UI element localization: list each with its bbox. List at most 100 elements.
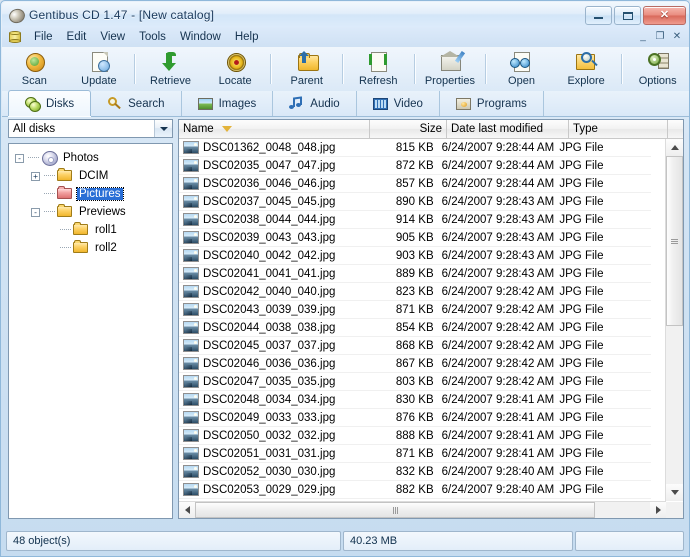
jpg-file-icon [183, 213, 199, 226]
table-row[interactable]: DSC02053_0029_029.jpg 882 KB 6/24/2007 9:2… [179, 481, 651, 499]
toolbar-button-retrieve[interactable]: Retrieve [138, 48, 203, 90]
vertical-scrollbar-thumb[interactable] [666, 156, 683, 326]
table-row[interactable]: DSC02049_0033_033.jpg 876 KB 6/24/2007 9:2… [179, 409, 651, 427]
cell-type: JPG File [559, 411, 604, 424]
table-row[interactable]: DSC02048_0034_034.jpg 830 KB 6/24/2007 9:2… [179, 391, 651, 409]
vertical-scrollbar[interactable] [665, 139, 683, 501]
menu-item-file[interactable]: File [27, 29, 60, 45]
cell-date: 6/24/2007 9:28:44 AM [441, 141, 555, 154]
jpg-file-icon [183, 339, 199, 352]
cell-name: DSC02036_0046_046.jpg [179, 177, 363, 190]
file-name: DSC02053_0029_029.jpg [203, 483, 336, 496]
table-row[interactable]: DSC02051_0031_031.jpg 871 KB 6/24/2007 9:2… [179, 445, 651, 463]
cell-size: 903 KB [395, 249, 434, 262]
minimize-icon [594, 17, 603, 19]
toolbar-button-refresh[interactable]: Refresh [346, 48, 411, 90]
cd-disc-icon [7, 6, 27, 25]
toolbar-button-explore[interactable]: Explore [554, 48, 619, 90]
cell-type: JPG File [559, 393, 604, 406]
tab-disks[interactable]: Disks [8, 90, 92, 116]
tab-images[interactable]: Images [182, 91, 274, 116]
cell-name: DSC02039_0043_043.jpg [179, 231, 363, 244]
table-row[interactable]: DSC02042_0040_040.jpg 823 KB 6/24/2007 9:2… [179, 283, 651, 301]
chevron-down-icon[interactable] [154, 120, 172, 137]
tab-video[interactable]: Video [357, 91, 440, 116]
tab-programs[interactable]: Programs [440, 91, 544, 116]
mdi-close-button[interactable]: ✕ [669, 29, 685, 44]
table-row[interactable]: DSC02039_0043_043.jpg 905 KB 6/24/2007 9:2… [179, 229, 651, 247]
tree-expander[interactable]: + [31, 171, 40, 181]
file-name: DSC02042_0040_040.jpg [203, 285, 336, 298]
menu-item-tools[interactable]: Tools [132, 29, 173, 45]
tree-item-roll1[interactable]: roll1 [9, 221, 172, 239]
scroll-down-button[interactable] [666, 484, 683, 501]
column-header-size[interactable]: Size [370, 120, 447, 138]
toolbar-button-parent[interactable]: Parent [274, 48, 339, 90]
toolbar-button-scan[interactable]: Scan [2, 48, 67, 90]
tree-item-previews[interactable]: - Previews [9, 203, 172, 221]
tab-search[interactable]: Search [91, 91, 182, 116]
table-row[interactable]: DSC02041_0041_041.jpg 889 KB 6/24/2007 9:2… [179, 265, 651, 283]
table-row[interactable]: DSC01362_0048_048.jpg 815 KB 6/24/2007 9:2… [179, 139, 651, 157]
toolbar-button-locate[interactable]: Locate [203, 48, 268, 90]
menu-item-window[interactable]: Window [173, 29, 228, 45]
close-button[interactable]: ✕ [643, 6, 686, 25]
table-row[interactable]: DSC02045_0037_037.jpg 868 KB 6/24/2007 9:2… [179, 337, 651, 355]
cell-type: JPG File [559, 249, 604, 262]
table-row[interactable]: DSC02037_0045_045.jpg 890 KB 6/24/2007 9:2… [179, 193, 651, 211]
table-row[interactable]: DSC02038_0044_044.jpg 914 KB 6/24/2007 9:2… [179, 211, 651, 229]
menu-item-help[interactable]: Help [228, 29, 266, 45]
tree-item-dcim[interactable]: + DCIM [9, 167, 172, 185]
cell-type: JPG File [559, 357, 604, 370]
file-name: DSC01362_0048_048.jpg [203, 141, 336, 154]
toolbar-button-update[interactable]: Update [67, 48, 132, 90]
cell-name: DSC02052_0030_030.jpg [179, 465, 363, 478]
file-list-rows[interactable]: DSC01362_0048_048.jpg 815 KB 6/24/2007 9:2… [179, 139, 651, 503]
table-row[interactable]: DSC02050_0032_032.jpg 888 KB 6/24/2007 9:2… [179, 427, 651, 445]
column-header-name[interactable]: Name [179, 120, 370, 138]
scroll-left-button[interactable] [179, 502, 195, 518]
horizontal-scrollbar[interactable] [179, 501, 666, 518]
file-name: DSC02038_0044_044.jpg [203, 213, 336, 226]
cell-name: DSC02053_0029_029.jpg [179, 483, 363, 496]
images-icon [197, 97, 213, 111]
scroll-right-button[interactable] [650, 502, 666, 518]
file-list-view[interactable]: Name Size Date last modified Type DSC013… [178, 119, 684, 519]
tree-item-pictures[interactable]: Pictures [9, 185, 172, 203]
jpg-file-icon [183, 159, 199, 172]
toolbar-label: Update [81, 75, 117, 87]
table-row[interactable]: DSC02052_0030_030.jpg 832 KB 6/24/2007 9:2… [179, 463, 651, 481]
menu-item-edit[interactable]: Edit [60, 29, 94, 45]
tree-expander[interactable]: - [31, 207, 40, 217]
maximize-button[interactable] [614, 6, 641, 25]
tree-connector [44, 193, 55, 195]
folder-tree[interactable]: - Photos + DCIM Pictures - Previews roll… [8, 143, 173, 519]
table-row[interactable]: DSC02040_0042_042.jpg 903 KB 6/24/2007 9:2… [179, 247, 651, 265]
toolbar-button-open[interactable]: Open [489, 48, 554, 90]
disk-selector-dropdown[interactable]: All disks [8, 119, 173, 138]
tree-item-roll2[interactable]: roll2 [9, 239, 172, 257]
scroll-up-button[interactable] [666, 139, 683, 156]
minimize-button[interactable] [585, 6, 612, 25]
toolbar-button-properties[interactable]: Properties [418, 48, 483, 90]
cell-type: JPG File [559, 195, 604, 208]
mdi-minimize-button[interactable]: _ [635, 29, 651, 44]
horizontal-scrollbar-thumb[interactable] [195, 502, 595, 518]
table-row[interactable]: DSC02036_0046_046.jpg 857 KB 6/24/2007 9:2… [179, 175, 651, 193]
table-row[interactable]: DSC02043_0039_039.jpg 871 KB 6/24/2007 9:2… [179, 301, 651, 319]
table-row[interactable]: DSC02047_0035_035.jpg 803 KB 6/24/2007 9:2… [179, 373, 651, 391]
tree-expander[interactable]: - [15, 153, 24, 163]
tab-audio[interactable]: Audio [273, 91, 357, 116]
column-header-date[interactable]: Date last modified [447, 120, 569, 138]
table-row[interactable]: DSC02044_0038_038.jpg 854 KB 6/24/2007 9:2… [179, 319, 651, 337]
table-row[interactable]: DSC02035_0047_047.jpg 872 KB 6/24/2007 9:2… [179, 157, 651, 175]
menu-item-view[interactable]: View [93, 29, 132, 45]
cell-name: DSC01362_0048_048.jpg [179, 141, 363, 154]
status-extra [575, 531, 684, 551]
table-row[interactable]: DSC02046_0036_036.jpg 867 KB 6/24/2007 9:2… [179, 355, 651, 373]
toolbar-button-options[interactable]: Options [625, 48, 689, 90]
file-name: DSC02037_0045_045.jpg [203, 195, 336, 208]
mdi-restore-button[interactable]: ❐ [652, 29, 668, 44]
column-header-type[interactable]: Type [569, 120, 668, 138]
tree-item-photos[interactable]: - Photos [9, 149, 172, 167]
